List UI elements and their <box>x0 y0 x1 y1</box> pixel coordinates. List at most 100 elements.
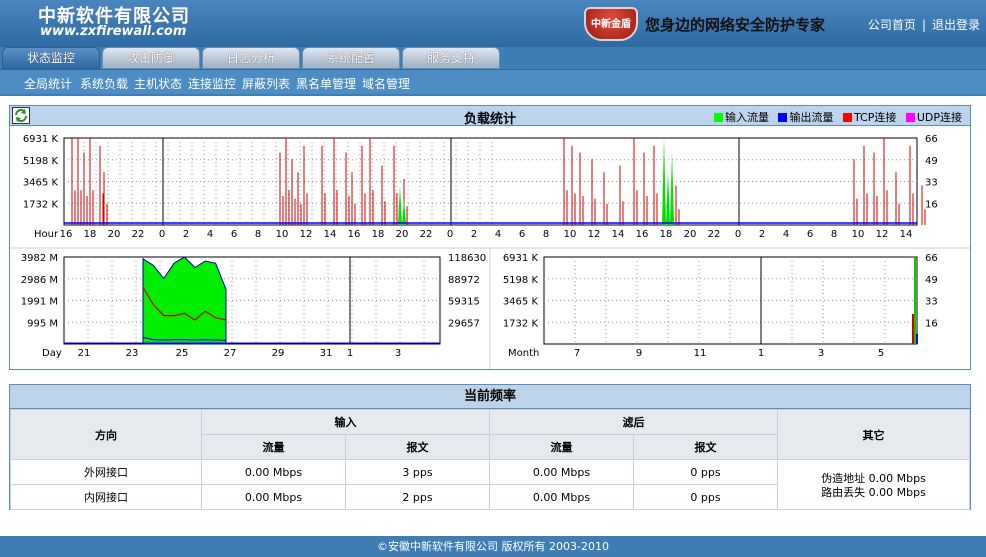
x-tick-label: 20 <box>108 229 121 240</box>
cell-in-packets: 2 pps <box>345 484 490 510</box>
spoofed-value: 0.00 Mbps <box>868 471 926 485</box>
tab-log-analysis[interactable]: 日志分析 <box>202 47 300 69</box>
tab-attack-defense[interactable]: 攻击防御 <box>102 47 200 69</box>
x-tick-label: 3 <box>395 348 401 359</box>
x-tick-label: 10 <box>852 229 865 240</box>
x-tick-label: 22 <box>420 229 433 240</box>
x-tick-label: 5 <box>878 348 884 359</box>
main-content: 负载统计 输入流量 输出流量 TCP连接 UDP连接 6931 K 5198 K 3… <box>0 96 986 536</box>
x-tick-label: 18 <box>372 229 385 240</box>
subnav-blacklist[interactable]: 黑名单管理 <box>296 75 356 92</box>
x-tick-label: 12 <box>300 229 313 240</box>
col-input-traffic: 流量 <box>201 434 346 460</box>
x-tick-label: 4 <box>207 229 213 240</box>
y-tick-right: 59315 <box>448 297 480 308</box>
x-tick-label: 11 <box>694 348 707 359</box>
x-tick-label: 16 <box>348 229 361 240</box>
y-tick-right: 118630 <box>448 253 486 264</box>
x-tick-label: 0 <box>447 229 453 240</box>
x-tick-label: 10 <box>564 229 577 240</box>
x-tick-label: 25 <box>176 348 189 359</box>
x-tick-label: 6 <box>519 229 525 240</box>
app-header: 中新软件有限公司 www.zxfirewall.com 中新金盾 您身边的网络安… <box>0 0 986 47</box>
x-tick-label: 22 <box>708 229 721 240</box>
subnav-system-load[interactable]: 系统负载 <box>80 75 128 92</box>
subnav-host-status[interactable]: 主机状态 <box>134 75 182 92</box>
tab-service-support[interactable]: 服务支持 <box>402 47 500 69</box>
x-tick-label: 10 <box>276 229 289 240</box>
col-filtered: 滤后 <box>489 409 778 435</box>
link-separator: | <box>921 18 926 32</box>
x-tick-label: 20 <box>684 229 697 240</box>
col-input-packets: 报文 <box>345 434 490 460</box>
x-tick-label: 14 <box>612 229 625 240</box>
cell-out-traffic: 0.00 Mbps <box>489 459 634 485</box>
x-axis-label: Hour <box>34 229 59 240</box>
x-tick-label: 21 <box>78 348 91 359</box>
x-tick-label: 16 <box>60 229 73 240</box>
y-tick-right: 16 <box>925 318 938 329</box>
x-tick-label: 29 <box>272 348 285 359</box>
y-tick-right: 29657 <box>448 318 480 329</box>
x-tick-label: 8 <box>543 229 549 240</box>
load-stats-panel: 负载统计 输入流量 输出流量 TCP连接 UDP连接 6931 K 5198 K 3… <box>9 105 971 370</box>
tab-status-monitor[interactable]: 状态监控 <box>2 47 100 69</box>
x-tick-label: 18 <box>660 229 673 240</box>
cell-in-traffic: 0.00 Mbps <box>201 484 346 510</box>
x-axis-label: Month <box>508 348 539 359</box>
y-tick-left: 3465 K <box>503 297 539 308</box>
x-tick-label: 18 <box>84 229 97 240</box>
row-direction: 内网接口 <box>10 484 202 510</box>
tab-system-config[interactable]: 系统配置 <box>302 47 400 69</box>
legend-tcp-connections: TCP连接 <box>842 111 896 124</box>
y-tick-left: 5198 K <box>503 275 539 286</box>
x-tick-label: 1 <box>758 348 764 359</box>
other-stats: 伪造地址 0.00 Mbps 路由丢失 0.00 Mbps <box>777 459 970 510</box>
cell-in-traffic: 0.00 Mbps <box>201 459 346 485</box>
y-tick-left: 995 M <box>27 318 58 329</box>
x-tick-label: 27 <box>224 348 237 359</box>
y-tick-left: 2986 M <box>21 275 58 286</box>
x-tick-label: 31 <box>320 348 333 359</box>
x-tick-label: 7 <box>574 348 580 359</box>
y-tick-left: 1732 K <box>23 199 59 210</box>
col-direction: 方向 <box>10 409 202 460</box>
x-tick-label: 14 <box>900 229 913 240</box>
main-tabs: 状态监控 攻击防御 日志分析 系统配置 服务支持 <box>0 45 986 69</box>
x-tick-label: 2 <box>759 229 765 240</box>
x-tick-label: 16 <box>636 229 649 240</box>
x-tick-label: 4 <box>783 229 789 240</box>
subnav-block-list[interactable]: 屏蔽列表 <box>242 75 290 92</box>
y-tick-right: 66 <box>925 253 938 264</box>
col-filtered-traffic: 流量 <box>489 434 634 460</box>
y-tick-right: 33 <box>925 297 938 308</box>
y-tick-left: 3982 M <box>21 253 58 264</box>
logout-link[interactable]: 退出登录 <box>932 18 980 32</box>
x-tick-label: 1 <box>347 348 353 359</box>
subnav-global-stats[interactable]: 全局统计 <box>24 75 72 92</box>
y-tick-right: 33 <box>925 178 938 189</box>
y-tick-left: 5198 K <box>23 156 59 167</box>
cell-out-packets: 0 pps <box>633 459 778 485</box>
subnav-domain-management[interactable]: 域名管理 <box>362 75 410 92</box>
chart-frame <box>63 137 918 226</box>
chart-frame <box>543 256 918 345</box>
cell-out-traffic: 0.00 Mbps <box>489 484 634 510</box>
chart-legend: 输入流量 输出流量 TCP连接 UDP连接 <box>708 109 962 125</box>
y-tick-left: 3465 K <box>23 178 59 189</box>
x-tick-label: 9 <box>636 348 642 359</box>
frequency-table: 方向 输入 滤后 其它 流量 报文 流量 报文 外网接口 0.00 Mbps 3… <box>10 409 970 510</box>
route-loss-label: 路由丢失 <box>821 485 866 499</box>
subnav-connection-monitor[interactable]: 连接监控 <box>188 75 236 92</box>
load-stats-header: 负载统计 输入流量 输出流量 TCP连接 UDP连接 <box>10 106 970 127</box>
y-tick-right: 16 <box>925 199 938 210</box>
cell-in-packets: 3 pps <box>345 459 490 485</box>
y-tick-right: 49 <box>925 156 938 167</box>
input-area <box>142 256 227 345</box>
sub-navigation: 全局统计 系统负载 主机状态 连接监控 屏蔽列表 黑名单管理 域名管理 <box>0 69 986 94</box>
x-tick-label: 2 <box>183 229 189 240</box>
y-tick-right: 49 <box>925 275 938 286</box>
x-tick-label: 22 <box>132 229 145 240</box>
x-tick-label: 20 <box>396 229 409 240</box>
home-link[interactable]: 公司首页 <box>868 18 916 32</box>
